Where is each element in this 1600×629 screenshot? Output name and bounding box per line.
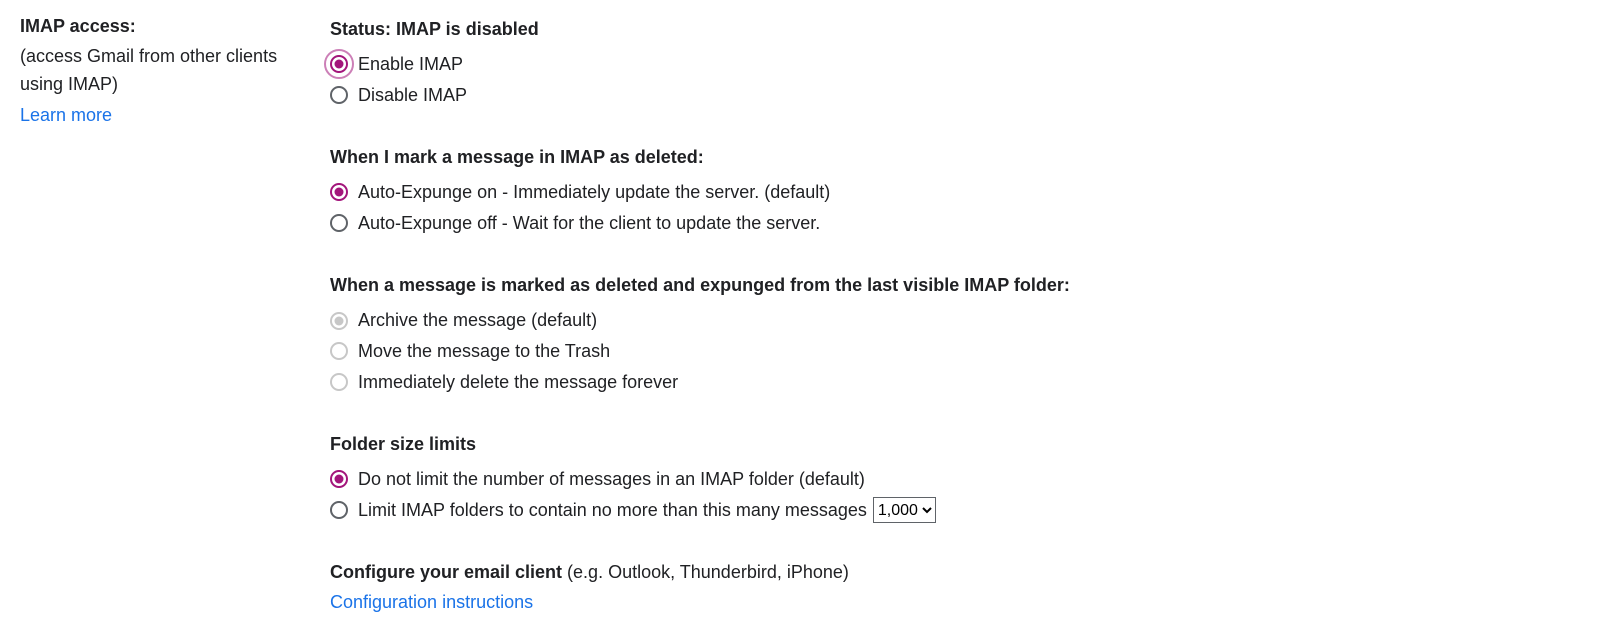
radio-icon (330, 470, 348, 488)
right-column: Status: IMAP is disabled Enable IMAP Dis… (330, 16, 1580, 613)
radio-icon (330, 342, 348, 360)
option-label: Auto-Expunge off - Wait for the client t… (358, 208, 820, 239)
radio-icon (330, 373, 348, 391)
folder-size-limits-heading: Folder size limits (330, 431, 1580, 458)
configuration-instructions-link[interactable]: Configuration instructions (330, 592, 533, 613)
configure-client-title: Configure your email client (330, 562, 567, 582)
configure-client-hint: (e.g. Outlook, Thunderbird, iPhone) (567, 562, 849, 582)
option-label: Enable IMAP (358, 49, 463, 80)
disable-imap-option[interactable]: Disable IMAP (330, 80, 1580, 111)
status-section: Status: IMAP is disabled Enable IMAP Dis… (330, 16, 1580, 110)
option-label: Disable IMAP (358, 80, 467, 111)
expunge-behavior-heading: When I mark a message in IMAP as deleted… (330, 144, 1580, 171)
imap-access-title: IMAP access: (20, 16, 320, 37)
auto-expunge-off-option[interactable]: Auto-Expunge off - Wait for the client t… (330, 208, 1580, 239)
move-to-trash-option[interactable]: Move the message to the Trash (330, 336, 1580, 367)
auto-expunge-on-option[interactable]: Auto-Expunge on - Immediately update the… (330, 177, 1580, 208)
learn-more-link[interactable]: Learn more (20, 105, 112, 126)
configure-client-heading: Configure your email client (e.g. Outloo… (330, 559, 1580, 586)
expunged-action-section: When a message is marked as deleted and … (330, 272, 1580, 397)
no-limit-option[interactable]: Do not limit the number of messages in a… (330, 464, 1580, 495)
folder-size-limits-section: Folder size limits Do not limit the numb… (330, 431, 1580, 525)
radio-icon (330, 312, 348, 330)
option-label: Limit IMAP folders to contain no more th… (358, 495, 867, 526)
enable-imap-option[interactable]: Enable IMAP (330, 49, 1580, 80)
expunged-action-heading: When a message is marked as deleted and … (330, 272, 1580, 299)
configure-client-section: Configure your email client (e.g. Outloo… (330, 559, 1580, 613)
archive-option[interactable]: Archive the message (default) (330, 305, 1580, 336)
radio-icon (330, 501, 348, 519)
limit-messages-option[interactable]: Limit IMAP folders to contain no more th… (330, 495, 1580, 526)
option-label: Auto-Expunge on - Immediately update the… (358, 177, 830, 208)
radio-icon (330, 55, 348, 73)
imap-settings-panel: IMAP access: (access Gmail from other cl… (0, 0, 1600, 629)
option-label: Immediately delete the message forever (358, 367, 678, 398)
option-label: Move the message to the Trash (358, 336, 610, 367)
option-label: Archive the message (default) (358, 305, 597, 336)
imap-access-description: (access Gmail from other clients using I… (20, 43, 320, 99)
option-label: Do not limit the number of messages in a… (358, 464, 865, 495)
status-heading: Status: IMAP is disabled (330, 16, 1580, 43)
radio-icon (330, 214, 348, 232)
message-limit-select[interactable]: 1,000 (873, 497, 936, 523)
radio-icon (330, 183, 348, 201)
expunge-behavior-section: When I mark a message in IMAP as deleted… (330, 144, 1580, 238)
left-column: IMAP access: (access Gmail from other cl… (20, 16, 330, 613)
delete-forever-option[interactable]: Immediately delete the message forever (330, 367, 1580, 398)
radio-icon (330, 86, 348, 104)
